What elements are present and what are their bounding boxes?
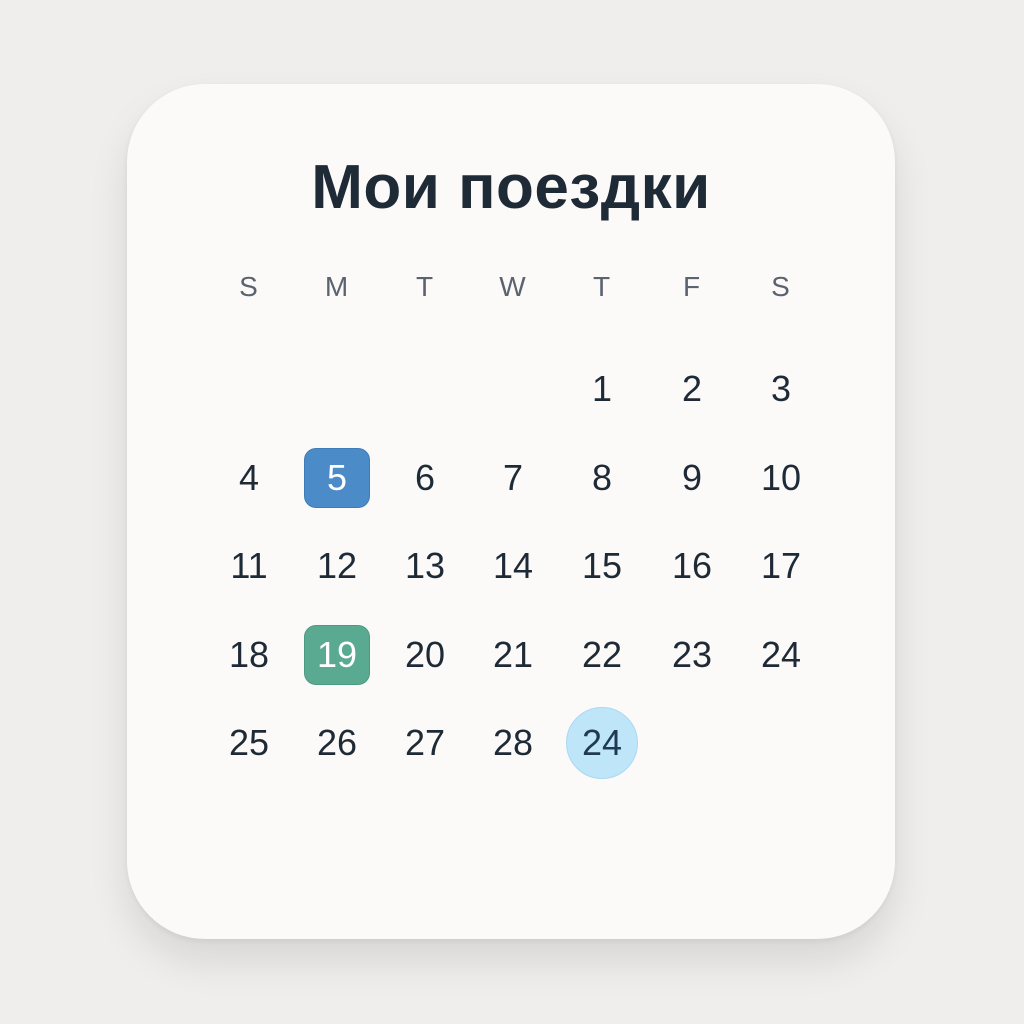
- weekday-label: S: [239, 271, 259, 302]
- weekday-label: T: [415, 271, 435, 302]
- day-cell[interactable]: 7: [469, 434, 557, 523]
- day-cell-empty: [647, 699, 737, 788]
- calendar-weeks: 1 2 3 4 5 6 7 8 9 10 11 12 13 14 15 16 1…: [205, 345, 825, 788]
- weekday-label: F: [682, 271, 702, 302]
- day-cell[interactable]: 18: [205, 611, 293, 700]
- day-cell[interactable]: 10: [737, 434, 825, 523]
- day-number: 5: [326, 456, 348, 498]
- day-cell[interactable]: 20: [381, 611, 469, 700]
- day-cell-empty: [381, 345, 469, 434]
- day-cell[interactable]: 6: [381, 434, 469, 523]
- day-number: 14: [492, 545, 534, 587]
- week-row: 1 2 3: [205, 345, 825, 434]
- week-row: 25 26 27 28 24: [205, 699, 825, 788]
- weekday-label: W: [499, 271, 527, 302]
- weekday-label: S: [771, 271, 791, 302]
- day-number: 17: [760, 545, 802, 587]
- day-cell[interactable]: 3: [737, 345, 825, 434]
- day-number: 28: [492, 722, 534, 764]
- day-number: 7: [502, 456, 524, 498]
- day-cell[interactable]: 2: [647, 345, 737, 434]
- weekday-header-row: S M T W T F S: [205, 259, 825, 315]
- day-number: 24: [581, 722, 623, 764]
- day-cell-empty: [293, 345, 381, 434]
- day-number: 16: [671, 545, 713, 587]
- weekday-label: M: [324, 271, 350, 302]
- week-row: 11 12 13 14 15 16 17: [205, 522, 825, 611]
- day-number: 15: [581, 545, 623, 587]
- day-cell-today[interactable]: 24: [557, 699, 647, 788]
- day-number: 18: [228, 633, 270, 675]
- day-cell[interactable]: 15: [557, 522, 647, 611]
- day-number: 1: [591, 368, 613, 410]
- day-number: 26: [316, 722, 358, 764]
- calendar-grid: S M T W T F S 1 2 3 4 5 6 7 8 9 10 11 12…: [205, 259, 825, 788]
- day-number: 6: [414, 456, 436, 498]
- day-cell-trip-green[interactable]: 19: [293, 611, 381, 700]
- day-number: 22: [581, 633, 623, 675]
- day-number: 19: [316, 633, 358, 675]
- day-number: 13: [404, 545, 446, 587]
- day-cell[interactable]: 8: [557, 434, 647, 523]
- widget-title: Мои поездки: [311, 153, 711, 222]
- day-number: 12: [316, 545, 358, 587]
- day-number: 3: [770, 368, 792, 410]
- day-cell[interactable]: 11: [205, 522, 293, 611]
- day-cell[interactable]: 21: [469, 611, 557, 700]
- day-cell[interactable]: 1: [557, 345, 647, 434]
- day-cell[interactable]: 14: [469, 522, 557, 611]
- day-number: 21: [492, 633, 534, 675]
- day-cell[interactable]: 17: [737, 522, 825, 611]
- day-cell[interactable]: 16: [647, 522, 737, 611]
- day-number: 10: [760, 456, 802, 498]
- day-cell[interactable]: 23: [647, 611, 737, 700]
- day-number: 20: [404, 633, 446, 675]
- week-row: 4 5 6 7 8 9 10: [205, 434, 825, 523]
- day-cell[interactable]: 12: [293, 522, 381, 611]
- day-number: 2: [681, 368, 703, 410]
- calendar-widget: Мои поездки S M T W T F S 1 2 3 4 5 6 7 …: [127, 84, 895, 939]
- weekday-label: T: [592, 271, 612, 302]
- day-cell[interactable]: 26: [293, 699, 381, 788]
- day-number: 25: [228, 722, 270, 764]
- day-cell[interactable]: 9: [647, 434, 737, 523]
- day-number: 24: [760, 633, 802, 675]
- day-cell[interactable]: 13: [381, 522, 469, 611]
- day-cell[interactable]: 24: [737, 611, 825, 700]
- day-number: 11: [230, 545, 268, 587]
- day-cell-empty: [469, 345, 557, 434]
- day-number: 9: [681, 456, 703, 498]
- week-row: 18 19 20 21 22 23 24: [205, 611, 825, 700]
- day-cell[interactable]: 27: [381, 699, 469, 788]
- day-cell[interactable]: 4: [205, 434, 293, 523]
- day-cell-empty: [205, 345, 293, 434]
- day-number: 23: [671, 633, 713, 675]
- day-cell[interactable]: 25: [205, 699, 293, 788]
- day-number: 27: [404, 722, 446, 764]
- day-cell-trip-start[interactable]: 5: [293, 434, 381, 523]
- day-cell[interactable]: 28: [469, 699, 557, 788]
- day-cell-empty: [737, 699, 825, 788]
- day-number: 8: [591, 456, 613, 498]
- day-cell[interactable]: 22: [557, 611, 647, 700]
- day-number: 4: [238, 456, 260, 498]
